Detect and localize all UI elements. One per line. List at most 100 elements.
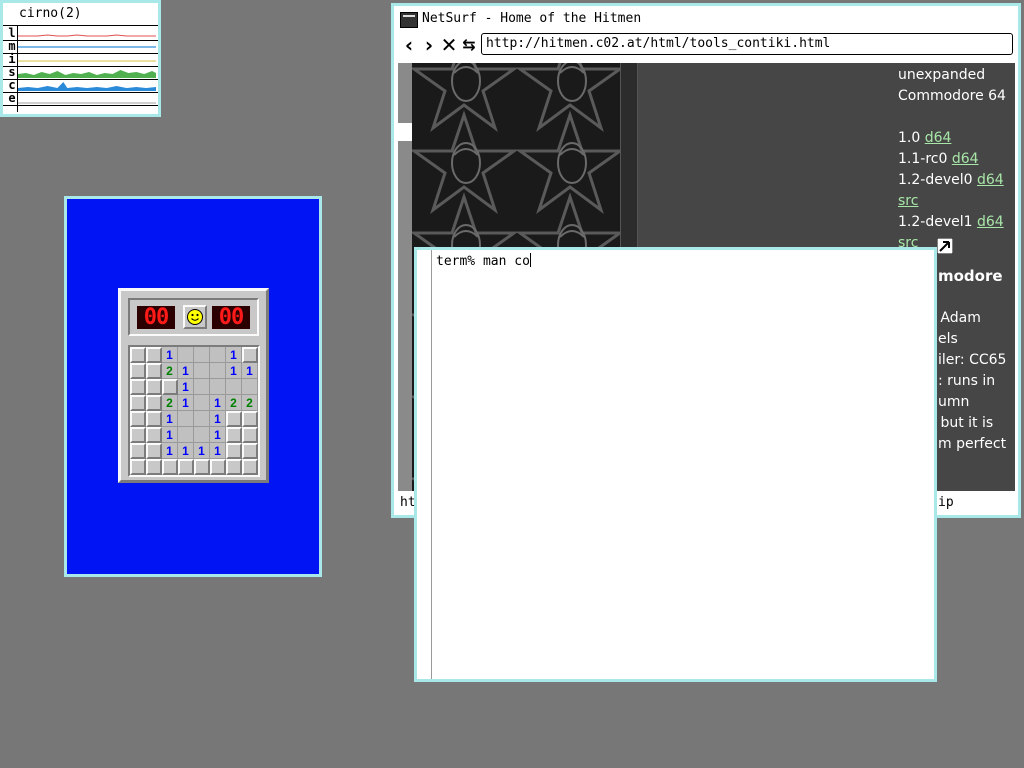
- empty-cell[interactable]: [194, 395, 210, 411]
- url-field[interactable]: http://hitmen.c02.at/html/tools_contiki.…: [481, 33, 1013, 55]
- empty-cell[interactable]: [194, 347, 210, 363]
- covered-cell[interactable]: [194, 459, 210, 475]
- covered-cell[interactable]: [242, 459, 258, 475]
- covered-cell[interactable]: [130, 427, 146, 443]
- covered-cell[interactable]: [146, 459, 162, 475]
- covered-cell[interactable]: [162, 379, 178, 395]
- covered-cell[interactable]: [226, 411, 242, 427]
- number-cell[interactable]: 1: [210, 411, 226, 427]
- number-cell[interactable]: 2: [162, 363, 178, 379]
- number-cell[interactable]: 1: [162, 411, 178, 427]
- covered-cell[interactable]: [226, 427, 242, 443]
- empty-cell[interactable]: [194, 363, 210, 379]
- back-button[interactable]: ‹: [400, 34, 418, 56]
- mine-counter: 00: [137, 306, 175, 329]
- empty-cell[interactable]: [178, 427, 194, 443]
- covered-cell[interactable]: [146, 347, 162, 363]
- empty-cell[interactable]: [210, 347, 226, 363]
- stat-row-e: e: [3, 92, 158, 106]
- covered-cell[interactable]: [226, 459, 242, 475]
- back-arrow-icon: ‹: [404, 33, 414, 57]
- covered-cell[interactable]: [146, 411, 162, 427]
- number-cell[interactable]: 2: [162, 395, 178, 411]
- number-cell[interactable]: 1: [194, 443, 210, 459]
- number-cell[interactable]: 1: [242, 363, 258, 379]
- reload-button[interactable]: ⇆: [460, 34, 478, 56]
- empty-cell[interactable]: [210, 363, 226, 379]
- covered-cell[interactable]: [226, 443, 242, 459]
- minesweeper-window[interactable]: 00 00 11211112112211111111: [64, 196, 322, 577]
- number-cell[interactable]: 2: [226, 395, 242, 411]
- number-cell[interactable]: 1: [226, 347, 242, 363]
- number-cell[interactable]: 1: [178, 363, 194, 379]
- number-cell[interactable]: 1: [226, 363, 242, 379]
- counter-bar: 00 00: [128, 298, 259, 336]
- src-link[interactable]: src: [898, 193, 918, 209]
- number-cell[interactable]: 2: [242, 395, 258, 411]
- number-cell[interactable]: 1: [210, 427, 226, 443]
- covered-cell[interactable]: [146, 363, 162, 379]
- stats-window[interactable]: cirno(2) l m i s c e: [0, 0, 161, 117]
- scrollbar-thumb[interactable]: [398, 123, 412, 141]
- covered-cell[interactable]: [146, 395, 162, 411]
- covered-cell[interactable]: [130, 443, 146, 459]
- empty-cell[interactable]: [178, 347, 194, 363]
- d64-link[interactable]: d64: [977, 214, 1004, 230]
- empty-cell[interactable]: [194, 427, 210, 443]
- stat-row-l: l: [3, 27, 158, 41]
- covered-cell[interactable]: [130, 411, 146, 427]
- covered-cell[interactable]: [130, 459, 146, 475]
- number-cell[interactable]: 1: [162, 443, 178, 459]
- covered-cell[interactable]: [130, 347, 146, 363]
- number-cell[interactable]: 1: [162, 347, 178, 363]
- covered-cell[interactable]: [146, 379, 162, 395]
- stop-button[interactable]: ✕: [440, 34, 458, 56]
- number-cell[interactable]: 1: [178, 443, 194, 459]
- smiley-icon: [187, 309, 203, 325]
- d64-link[interactable]: d64: [952, 151, 979, 167]
- covered-cell[interactable]: [130, 379, 146, 395]
- empty-cell[interactable]: [194, 411, 210, 427]
- d64-link[interactable]: d64: [977, 172, 1004, 188]
- covered-cell[interactable]: [210, 459, 226, 475]
- number-cell[interactable]: 1: [210, 443, 226, 459]
- empty-cell[interactable]: [194, 379, 210, 395]
- vertical-scrollbar[interactable]: [398, 63, 412, 495]
- covered-cell[interactable]: [242, 443, 258, 459]
- terminal-window[interactable]: term% man co: [414, 247, 937, 682]
- text-line: Commodore 64: [898, 88, 1006, 104]
- covered-cell[interactable]: [146, 427, 162, 443]
- covered-cell[interactable]: [242, 411, 258, 427]
- forward-button[interactable]: ›: [420, 34, 438, 56]
- browser-titlebar[interactable]: NetSurf - Home of the Hitmen: [394, 6, 1018, 30]
- covered-cell[interactable]: [242, 347, 258, 363]
- stats-title-rule: [3, 25, 158, 26]
- stat-row-m: m: [3, 40, 158, 54]
- covered-cell[interactable]: [130, 363, 146, 379]
- covered-cell[interactable]: [146, 443, 162, 459]
- new-game-button[interactable]: [183, 305, 207, 329]
- load-graph: [18, 28, 156, 39]
- number-cell[interactable]: 1: [210, 395, 226, 411]
- cpu-graph: [18, 80, 156, 91]
- version-label: 1.2-devel0: [898, 172, 973, 188]
- covered-cell[interactable]: [162, 459, 178, 475]
- empty-cell[interactable]: [226, 379, 242, 395]
- stop-icon: ✕: [440, 33, 458, 57]
- terminal-scrollbar[interactable]: [431, 250, 432, 679]
- error-graph: [18, 93, 156, 104]
- covered-cell[interactable]: [130, 395, 146, 411]
- d64-link[interactable]: d64: [925, 130, 952, 146]
- empty-cell[interactable]: [242, 379, 258, 395]
- mine-grid[interactable]: 11211112112211111111: [128, 345, 260, 477]
- number-cell[interactable]: 1: [178, 379, 194, 395]
- covered-cell[interactable]: [242, 427, 258, 443]
- terminal-line[interactable]: term% man co: [436, 253, 531, 270]
- number-cell[interactable]: 1: [178, 395, 194, 411]
- number-cell[interactable]: 1: [162, 427, 178, 443]
- covered-cell[interactable]: [178, 459, 194, 475]
- empty-cell[interactable]: [210, 379, 226, 395]
- empty-cell[interactable]: [178, 411, 194, 427]
- status-text-right: ip: [938, 495, 954, 510]
